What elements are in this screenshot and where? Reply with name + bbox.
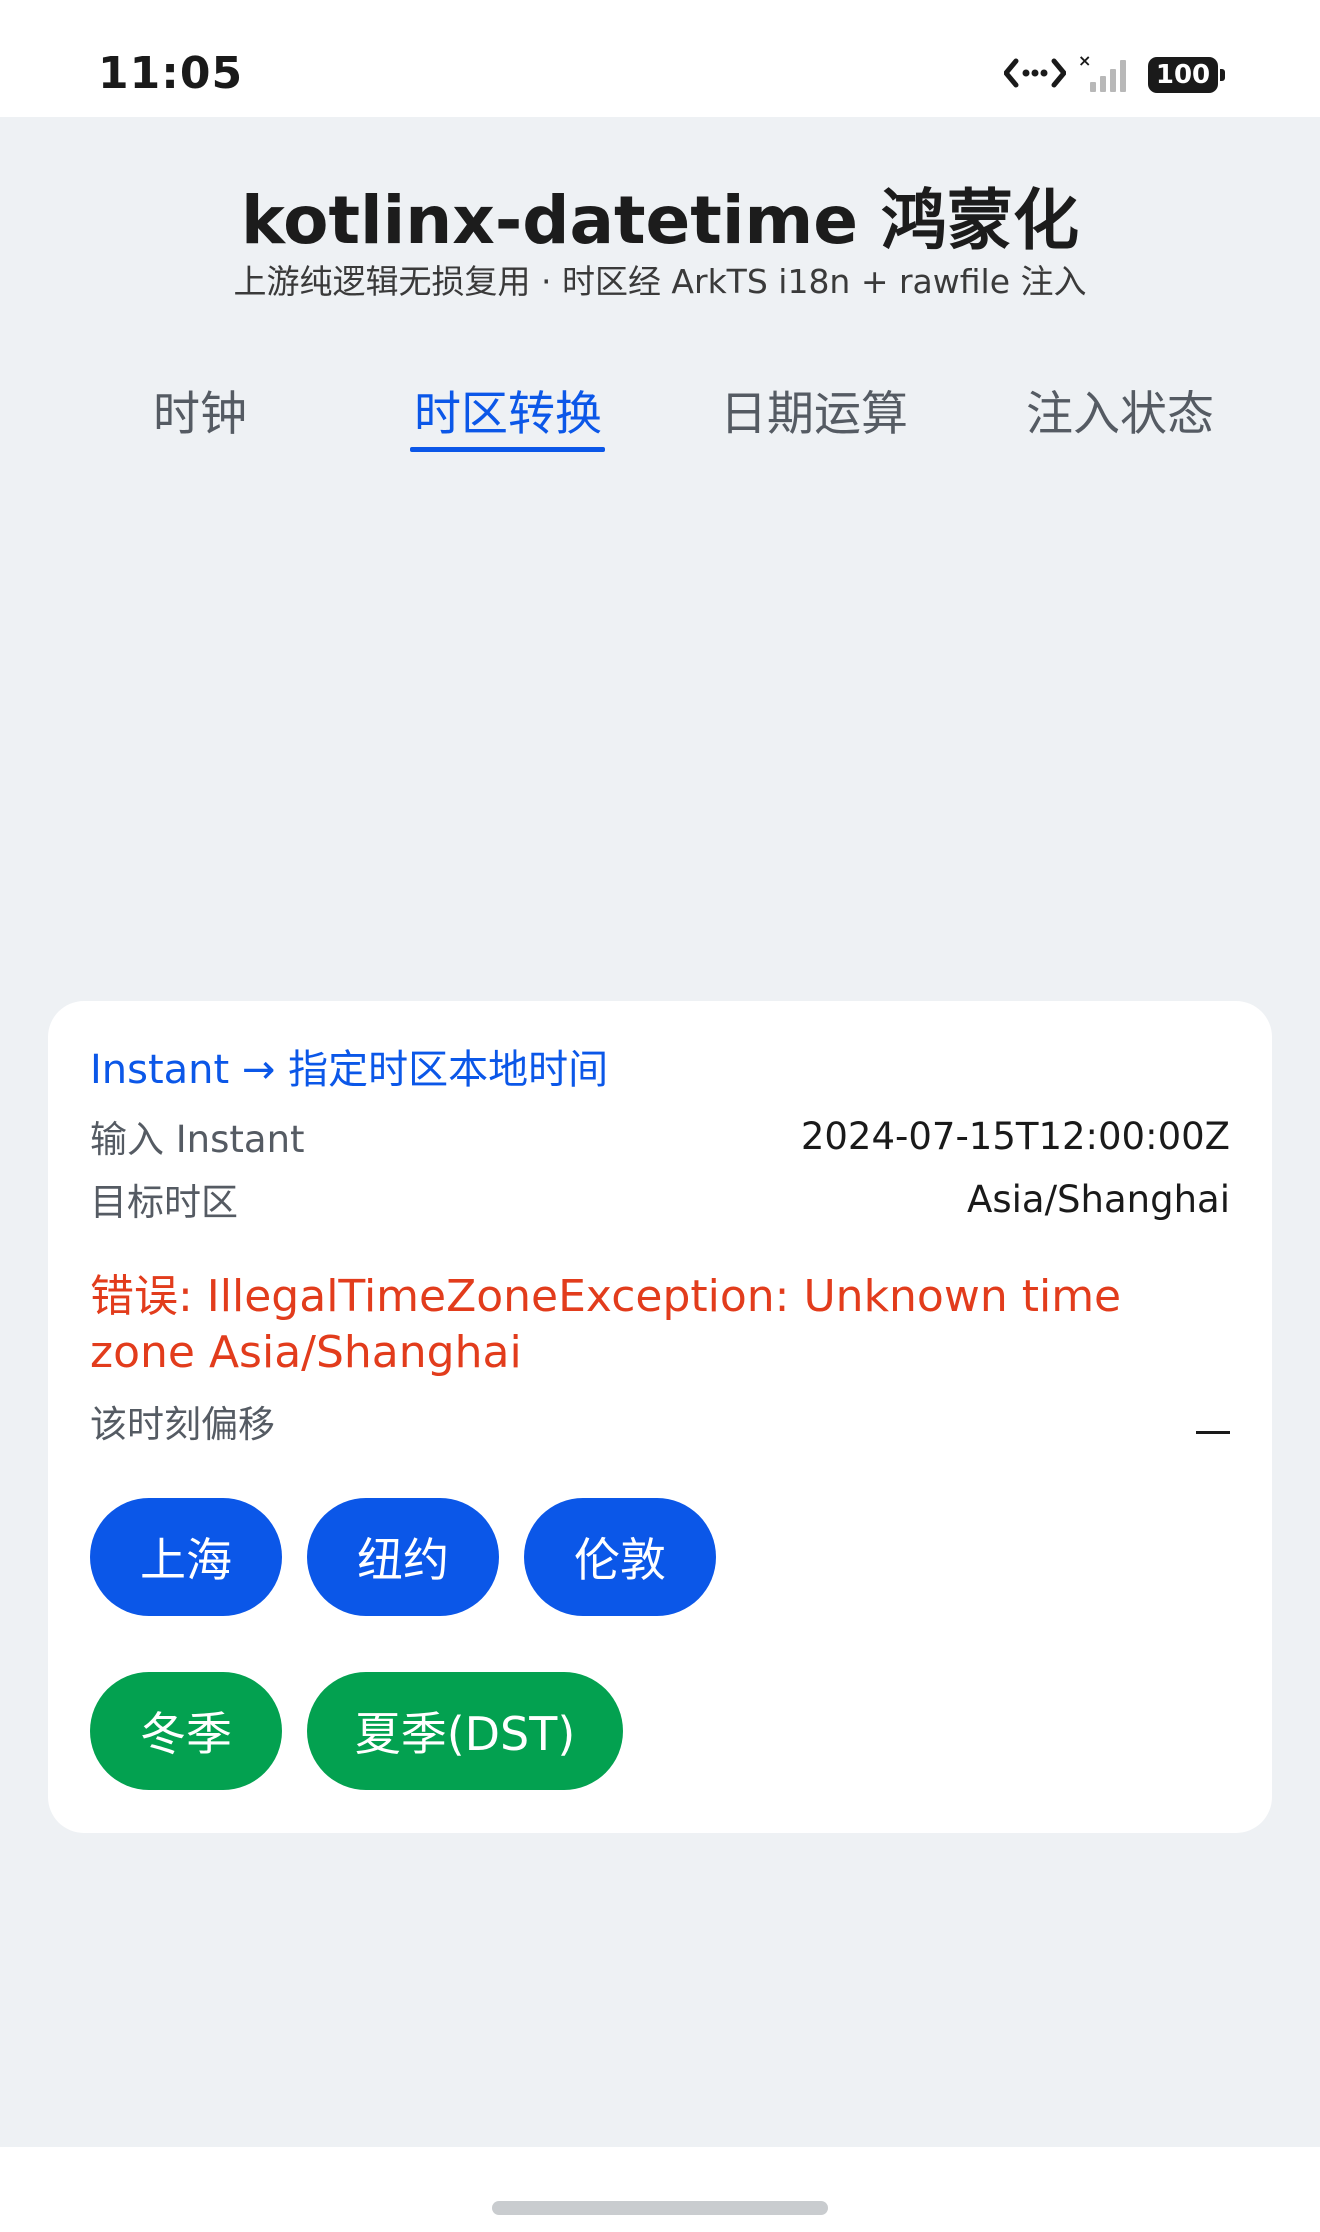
tab-timezone-convert[interactable]: 时区转换 xyxy=(356,375,660,444)
tab-clock[interactable]: 时钟 xyxy=(48,375,352,444)
offset-value-text: — xyxy=(1230,1400,1231,1401)
offset-label: 该时刻偏移 xyxy=(90,1403,275,1446)
status-bar: 11:05 × 100 xyxy=(0,0,1320,117)
app-content: kotlinx-datetime 鸿蒙化 上游纯逻辑无损复用 · 时区经 Ark… xyxy=(0,117,1320,2147)
page-subtitle: 上游纯逻辑无损复用 · 时区经 ArkTS i18n + rawfile 注入 xyxy=(233,262,1087,301)
input-instant-value: 2024-07-15T12:00:00Z xyxy=(800,1114,1230,1158)
new-york-button[interactable]: 纽约 xyxy=(307,1498,499,1616)
home-indicator[interactable] xyxy=(492,2201,828,2215)
navigation-bar xyxy=(0,2147,1320,2232)
winter-button[interactable]: 冬季 xyxy=(90,1672,282,1790)
target-zone-label: 目标时区 xyxy=(90,1181,238,1224)
offset-dash xyxy=(1196,1430,1230,1434)
tab-bar: 时钟 时区转换 日期运算 注入状态 xyxy=(0,375,1320,485)
active-tab-indicator xyxy=(410,447,605,452)
conversion-card: Instant → 指定时区本地时间 输入 Instant 2024-07-15… xyxy=(48,1001,1272,1833)
input-instant-row: 输入 Instant 2024-07-15T12:00:00Z xyxy=(90,1111,1230,1162)
no-signal-icon: × xyxy=(1078,51,1136,98)
screen: 11:05 × 100 kotlinx-datetime 鸿蒙化 上游纯逻辑无损… xyxy=(0,0,1320,2232)
offset-row: 该时刻偏移 — xyxy=(90,1396,1230,1446)
tab-injection-status[interactable]: 注入状态 xyxy=(968,375,1272,444)
summer-dst-button[interactable]: 夏季(DST) xyxy=(307,1672,623,1790)
target-zone-row: 目标时区 Asia/Shanghai xyxy=(90,1174,1230,1225)
input-instant-label: 输入 Instant xyxy=(90,1118,305,1161)
error-message: 错误: IllegalTimeZoneException: Unknown ti… xyxy=(90,1271,1122,1378)
page-title: kotlinx-datetime 鸿蒙化 xyxy=(241,182,1079,259)
london-button[interactable]: 伦敦 xyxy=(524,1498,716,1616)
shanghai-button[interactable]: 上海 xyxy=(90,1498,282,1616)
offset-value: — xyxy=(1196,1400,1230,1443)
tab-date-arithmetic[interactable]: 日期运算 xyxy=(662,375,966,444)
target-zone-value: Asia/Shanghai xyxy=(967,1177,1230,1221)
battery-icon: 100 xyxy=(1148,57,1225,93)
card-title: Instant → 指定时区本地时间 xyxy=(90,1047,609,1093)
svg-text:×: × xyxy=(1078,52,1091,70)
status-icons: × 100 xyxy=(1003,51,1225,98)
status-time: 11:05 xyxy=(98,48,244,99)
battery-level: 100 xyxy=(1155,60,1211,90)
data-transfer-icon xyxy=(1003,55,1067,95)
